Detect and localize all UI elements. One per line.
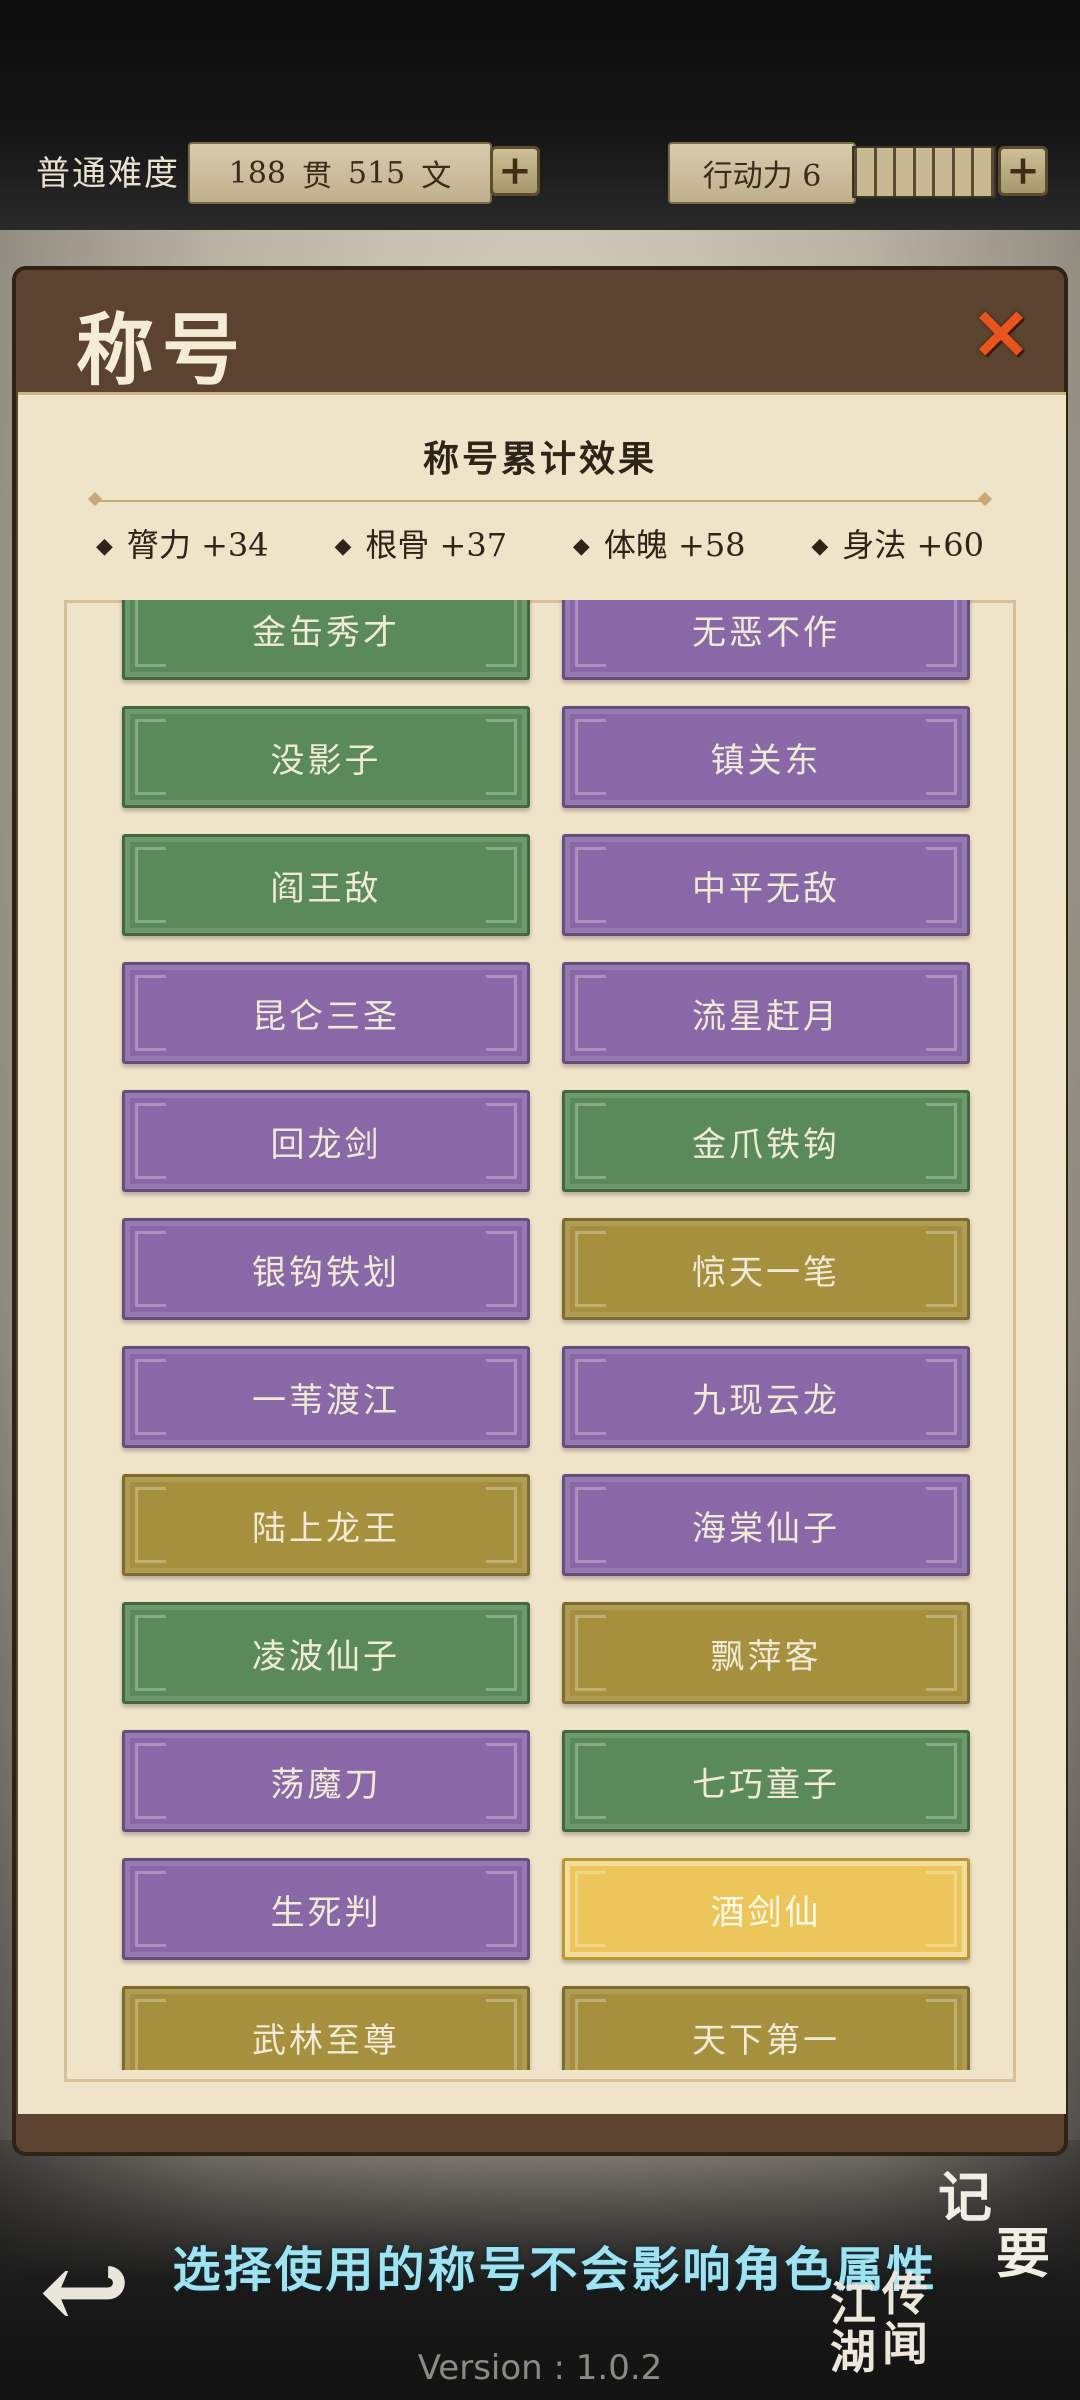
title-card[interactable]: 流星赶月 bbox=[562, 962, 970, 1064]
stat-text: 身法 +60 bbox=[842, 526, 984, 564]
title-card-label: 昆仑三圣 bbox=[252, 996, 400, 1037]
difficulty-label: 普通难度 bbox=[36, 154, 180, 194]
action-points-label: 行动力 6 bbox=[668, 142, 856, 204]
title-card-label: 阎王敌 bbox=[270, 868, 382, 909]
version-label: Version : 1.0.2 bbox=[417, 2348, 663, 2388]
diamond-bullet-icon: ◆ bbox=[334, 534, 352, 559]
stat-strength: ◆ 膂力 +34 bbox=[96, 520, 269, 566]
close-button[interactable]: ✕ bbox=[966, 293, 1036, 376]
title-card[interactable]: 飘萍客 bbox=[562, 1602, 970, 1704]
add-money-button[interactable]: + bbox=[490, 146, 540, 196]
action-point-segment bbox=[915, 148, 933, 196]
plus-icon: + bbox=[498, 147, 532, 194]
title-card-label: 武林至尊 bbox=[252, 2020, 400, 2061]
action-point-segment bbox=[896, 148, 913, 196]
diamond-bullet-icon: ◆ bbox=[96, 534, 113, 559]
title-card[interactable]: 无恶不作 bbox=[562, 600, 970, 680]
panel-title: 称号 bbox=[76, 305, 249, 396]
title-card[interactable]: 惊天一笔 bbox=[562, 1218, 970, 1320]
title-card-label: 回龙剑 bbox=[270, 1124, 382, 1165]
title-card-label: 一苇渡江 bbox=[252, 1380, 400, 1421]
title-card[interactable]: 一苇渡江 bbox=[122, 1346, 530, 1448]
money-guan-value: 188 bbox=[228, 155, 286, 191]
stat-summary: ◆ 膂力 +34 ◆ 根骨 +37 ◆ 体魄 +58 ◆ 身法 +60 bbox=[96, 518, 984, 568]
plus-icon: + bbox=[1006, 147, 1040, 194]
title-card-label: 天下第一 bbox=[692, 2020, 840, 2061]
action-point-segment bbox=[954, 148, 972, 196]
title-card-label: 飘萍客 bbox=[710, 1636, 822, 1677]
panel-bottom-edge bbox=[12, 2114, 1068, 2156]
title-card[interactable]: 荡魔刀 bbox=[122, 1730, 530, 1832]
stat-constitution: ◆ 根骨 +37 bbox=[334, 520, 507, 566]
summary-title: 称号累计效果 bbox=[422, 438, 657, 480]
title-card[interactable]: 镇关东 bbox=[562, 706, 970, 808]
action-point-segment bbox=[876, 148, 894, 196]
title-card[interactable]: 银钩铁划 bbox=[122, 1218, 530, 1320]
title-card[interactable]: 海棠仙子 bbox=[562, 1474, 970, 1576]
title-card-label: 没影子 bbox=[270, 740, 382, 781]
money-guan-unit: 贯 bbox=[302, 159, 332, 194]
titles-list[interactable]: 金缶秀才 无恶不作没影子 镇关东阎王敌 中平无敌昆仑三圣 流星赶月回龙剑 金爪铁钩银钩铁划… bbox=[64, 600, 1016, 2070]
title-card[interactable]: 中平无敌 bbox=[562, 834, 970, 936]
add-action-points-button[interactable]: + bbox=[998, 146, 1048, 196]
title-card-label: 无恶不作 bbox=[692, 612, 840, 653]
title-card-label: 凌波仙子 bbox=[252, 1636, 400, 1677]
stat-physique: ◆ 体魄 +58 bbox=[573, 520, 746, 566]
title-card-label: 金缶秀才 bbox=[252, 612, 400, 653]
title-card-label: 生死判 bbox=[270, 1892, 382, 1933]
money-wen-unit: 文 bbox=[421, 159, 452, 194]
back-button[interactable]: ↩ bbox=[30, 2236, 140, 2346]
title-card-selected[interactable]: 酒剑仙 bbox=[562, 1858, 970, 1960]
title-card[interactable]: 陆上龙王 bbox=[122, 1474, 530, 1576]
stat-text: 膂力 +34 bbox=[126, 526, 269, 564]
title-card-label: 中平无敌 bbox=[692, 868, 840, 909]
title-card-label: 陆上龙王 bbox=[252, 1508, 400, 1549]
notes-button-char: 要 bbox=[996, 2221, 1050, 2285]
rumors-button-char: 江 bbox=[830, 2277, 876, 2331]
title-card-label: 海棠仙子 bbox=[692, 1508, 840, 1549]
title-card-label: 金爪铁钩 bbox=[692, 1124, 840, 1165]
action-points-bar bbox=[852, 146, 996, 198]
back-arrow-icon: ↩ bbox=[38, 2226, 132, 2355]
action-point-segment bbox=[974, 148, 992, 196]
stat-text: 根骨 +37 bbox=[365, 526, 508, 564]
title-card-label: 七巧童子 bbox=[692, 1764, 840, 1805]
notes-button[interactable]: 记要 bbox=[938, 2165, 1050, 2283]
title-card-label: 镇关东 bbox=[710, 740, 822, 781]
notes-button-char: 记 bbox=[938, 2165, 992, 2229]
summary-divider bbox=[96, 500, 984, 502]
title-card[interactable]: 昆仑三圣 bbox=[122, 962, 530, 1064]
title-card[interactable]: 阎王敌 bbox=[122, 834, 530, 936]
close-x-icon: ✕ bbox=[971, 293, 1031, 376]
title-card[interactable]: 金缶秀才 bbox=[122, 600, 530, 680]
money-wen-value: 515 bbox=[348, 155, 406, 191]
title-card[interactable]: 九现云龙 bbox=[562, 1346, 970, 1448]
title-card-label: 银钩铁划 bbox=[252, 1252, 400, 1293]
stat-agility: ◆ 身法 +60 bbox=[811, 520, 984, 566]
title-card[interactable]: 金爪铁钩 bbox=[562, 1090, 970, 1192]
diamond-bullet-icon: ◆ bbox=[572, 534, 590, 559]
title-card[interactable]: 天下第一 bbox=[562, 1986, 970, 2070]
diamond-bullet-icon: ◆ bbox=[811, 534, 829, 559]
title-card-label: 酒剑仙 bbox=[710, 1892, 822, 1933]
title-card[interactable]: 回龙剑 bbox=[122, 1090, 530, 1192]
action-point-segment bbox=[935, 148, 952, 196]
stat-text: 体魄 +58 bbox=[603, 526, 746, 564]
title-card[interactable]: 武林至尊 bbox=[122, 1986, 530, 2070]
rumors-button-char: 传 bbox=[882, 2267, 928, 2321]
title-card[interactable]: 凌波仙子 bbox=[122, 1602, 530, 1704]
title-card[interactable]: 没影子 bbox=[122, 706, 530, 808]
title-card-label: 惊天一笔 bbox=[692, 1252, 840, 1293]
title-card-label: 流星赶月 bbox=[692, 996, 840, 1037]
titles-grid: 金缶秀才 无恶不作没影子 镇关东阎王敌 中平无敌昆仑三圣 流星赶月回龙剑 金爪铁钩银钩铁划… bbox=[122, 600, 970, 2070]
money-display: 188 贯 515 文 bbox=[188, 142, 492, 204]
action-point-segment bbox=[857, 148, 874, 196]
title-card[interactable]: 七巧童子 bbox=[562, 1730, 970, 1832]
title-card-label: 荡魔刀 bbox=[270, 1764, 382, 1805]
title-card[interactable]: 生死判 bbox=[122, 1858, 530, 1960]
title-card-label: 九现云龙 bbox=[692, 1380, 840, 1421]
